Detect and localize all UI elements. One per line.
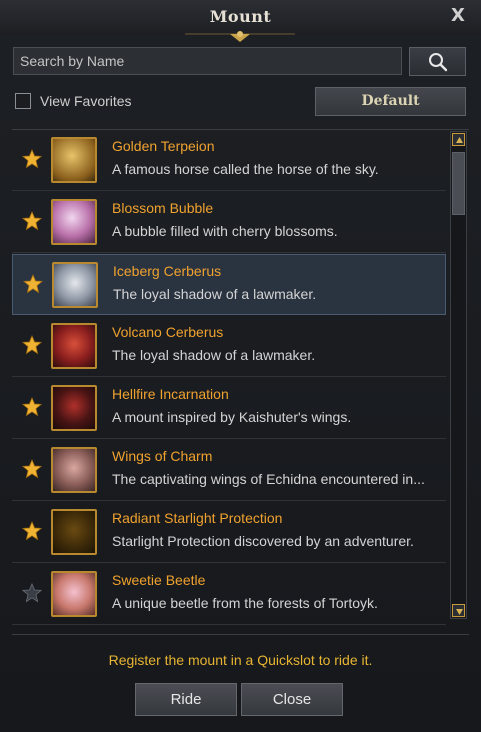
favorite-star-icon[interactable] xyxy=(22,397,42,417)
title-ornament-icon xyxy=(185,31,295,42)
mount-row-iceberg-cerberus[interactable]: Iceberg Cerberus The loyal shadow of a l… xyxy=(12,254,446,315)
favorite-star-icon[interactable] xyxy=(22,521,42,541)
favorite-star-icon[interactable] xyxy=(22,459,42,479)
mount-name: Blossom Bubble xyxy=(112,200,214,216)
hellfire-incarnation-icon xyxy=(51,385,97,431)
footer-divider xyxy=(12,634,469,635)
favorite-star-icon[interactable] xyxy=(22,335,42,355)
mount-row-radiant-starlight-protection[interactable]: Radiant Starlight Protection Starlight P… xyxy=(12,502,446,563)
mount-description: A famous horse called the horse of the s… xyxy=(112,161,379,177)
starlight-protection-icon xyxy=(51,509,97,555)
mount-description: A mount inspired by Kaishuter's wings. xyxy=(112,409,352,425)
mount-row-blossom-bubble[interactable]: Blossom Bubble A bubble filled with cher… xyxy=(12,192,446,253)
default-sort-button[interactable]: Default xyxy=(315,87,466,116)
list-scrollbar[interactable] xyxy=(450,131,467,619)
iceberg-cerberus-icon xyxy=(52,262,98,308)
arrow-down-icon xyxy=(456,609,463,615)
window-close-button[interactable]: X xyxy=(447,5,469,27)
favorite-star-icon[interactable] xyxy=(22,211,42,231)
quickslot-hint: Register the mount in a Quickslot to rid… xyxy=(108,652,373,668)
mount-window: Mount X View Favorites Default Golden Te… xyxy=(0,0,481,732)
mount-row-sweetie-beetle[interactable]: Sweetie Beetle A unique beetle from the … xyxy=(12,564,446,625)
mount-name: Hellfire Incarnation xyxy=(112,386,229,402)
golden-horse-icon xyxy=(51,137,97,183)
search-input[interactable] xyxy=(13,47,402,75)
mount-description: The captivating wings of Echidna encount… xyxy=(112,471,425,487)
mount-row-hellfire-incarnation[interactable]: Hellfire Incarnation A mount inspired by… xyxy=(12,378,446,439)
sweetie-beetle-icon xyxy=(51,571,97,617)
search-icon xyxy=(429,53,448,72)
ride-button[interactable]: Ride xyxy=(135,683,237,716)
view-favorites-checkbox[interactable] xyxy=(15,93,31,109)
mount-name: Golden Terpeion xyxy=(112,138,215,154)
mount-name: Wings of Charm xyxy=(112,448,213,464)
favorite-star-outline-icon[interactable] xyxy=(22,583,42,603)
mount-name: Volcano Cerberus xyxy=(112,324,224,340)
window-title: Mount xyxy=(209,7,272,26)
mount-description: The loyal shadow of a lawmaker. xyxy=(112,347,316,363)
favorite-star-icon[interactable] xyxy=(22,149,42,169)
search-button[interactable] xyxy=(409,47,466,76)
scroll-up-button[interactable] xyxy=(452,133,465,146)
mount-description: Starlight Protection discovered by an ad… xyxy=(112,533,414,549)
mount-row-volcano-cerberus[interactable]: Volcano Cerberus The loyal shadow of a l… xyxy=(12,316,446,377)
title-bar: Mount X xyxy=(0,0,481,42)
favorite-star-icon[interactable] xyxy=(23,274,43,294)
mount-name: Radiant Starlight Protection xyxy=(112,510,283,526)
scroll-down-button[interactable] xyxy=(452,604,465,617)
scroll-thumb[interactable] xyxy=(452,152,465,215)
volcano-cerberus-icon xyxy=(51,323,97,369)
mount-row-wings-of-charm[interactable]: Wings of Charm The captivating wings of … xyxy=(12,440,446,501)
close-button[interactable]: Close xyxy=(241,683,343,716)
mount-description: A bubble filled with cherry blossoms. xyxy=(112,223,338,239)
mount-row-golden-terpeion[interactable]: Golden Terpeion A famous horse called th… xyxy=(12,130,446,191)
wings-of-charm-icon xyxy=(51,447,97,493)
mount-name: Iceberg Cerberus xyxy=(113,263,222,279)
blossom-bubble-icon xyxy=(51,199,97,245)
view-favorites-label: View Favorites xyxy=(40,93,132,109)
mount-description: A unique beetle from the forests of Tort… xyxy=(112,595,378,611)
mount-name: Sweetie Beetle xyxy=(112,572,206,588)
mount-description: The loyal shadow of a lawmaker. xyxy=(113,286,317,302)
mount-list: Golden Terpeion A famous horse called th… xyxy=(12,129,469,625)
arrow-up-icon xyxy=(456,137,463,143)
